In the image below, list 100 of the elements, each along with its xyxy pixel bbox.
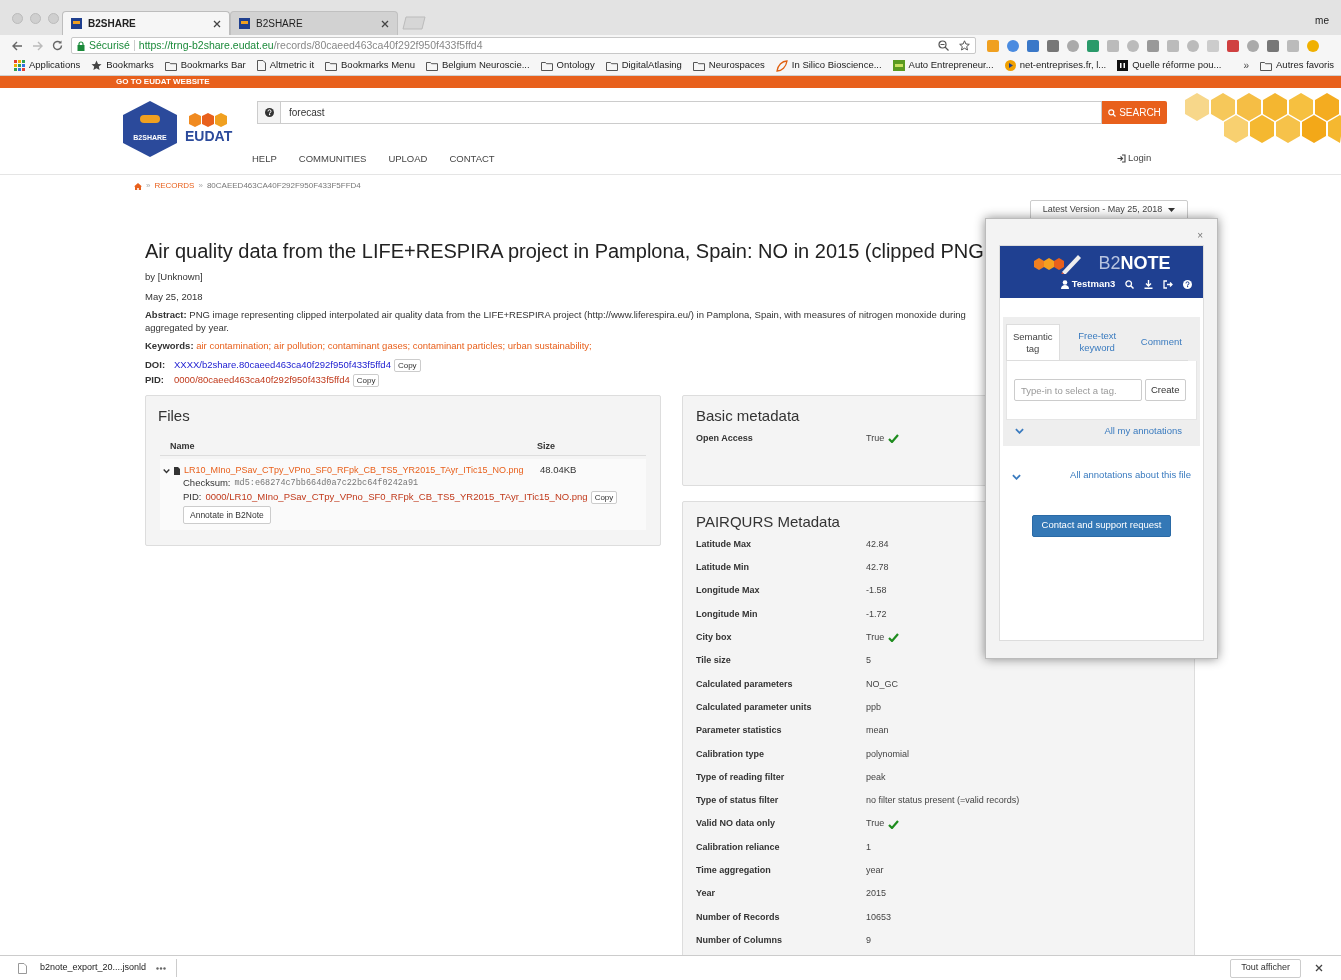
checksum-label: Checksum: (183, 476, 231, 491)
metadata-value: 2015 (866, 887, 887, 901)
chevron-down-icon[interactable] (163, 467, 170, 474)
login-link[interactable]: Login (1117, 151, 1152, 166)
bookmark[interactable]: net-entreprises.fr, l... (1004, 58, 1107, 73)
bookmark[interactable]: Bookmarks (91, 58, 154, 73)
extension-icon[interactable] (986, 38, 1000, 53)
star-icon[interactable] (959, 40, 970, 51)
search-field[interactable]: forecast (281, 101, 1102, 124)
extension-icon[interactable] (1006, 38, 1020, 53)
leaf-icon (775, 59, 788, 72)
annotation-tab[interactable]: Semantic tag (1006, 324, 1060, 360)
search-icon (1108, 108, 1117, 117)
user-name[interactable]: Testman3 (1071, 277, 1116, 292)
create-button[interactable]: Create (1145, 379, 1186, 401)
zoom-icon[interactable] (938, 40, 949, 51)
bookmark[interactable]: Auto Entrepreneur... (892, 58, 994, 73)
copy-button[interactable]: Copy (590, 491, 618, 504)
breadcrumb-link[interactable]: RECORDS (154, 180, 195, 192)
overflow-chevron[interactable]: » (1243, 58, 1250, 73)
checksum-value: md5:e68274c7bb664d0a7c22bc64f0242a91 (234, 477, 419, 490)
annotations-link[interactable]: All annotations about this file (1070, 468, 1191, 483)
browser-tab[interactable]: B2SHARE (230, 11, 398, 35)
download-filename[interactable]: b2note_export_20....jsonld (40, 961, 147, 975)
id-label: PID: (145, 373, 165, 388)
panel-title: PAIRQURS Metadata (696, 512, 840, 532)
file-pid-link[interactable]: 0000/LR10_MIno_PSav_CTpy_VPno_SF0_RFpk_CB_TS5_YR2015_TAyr_ITic15_NO.png (205, 490, 588, 505)
metadata-value: NO_GC (866, 677, 898, 691)
folder-icon (1260, 60, 1273, 71)
search-icon[interactable] (1125, 279, 1135, 289)
bookmark[interactable]: Quelle réforme pou... (1117, 58, 1222, 73)
metadata-label: Type of reading filter (696, 770, 786, 784)
contact-button[interactable]: Contact and support request (1031, 514, 1172, 537)
file-icon (18, 962, 27, 974)
pid-link[interactable]: 0000/80caeed463ca40f292f950f433f5ffd4 (174, 373, 350, 388)
copy-button[interactable]: Copy (393, 359, 421, 372)
nav-link[interactable]: CONTACT (449, 152, 495, 167)
bookmark[interactable]: Altmetric it (256, 58, 315, 73)
help-button[interactable] (257, 101, 281, 124)
folder-icon (692, 60, 705, 71)
bookmark[interactable]: Bookmarks Bar (164, 58, 246, 73)
metadata-value: -1.58 (866, 584, 887, 598)
show-all-button[interactable]: Tout afficher (1230, 958, 1301, 978)
record-keywords: Keywords: air contamination; air pollution; contaminant gases; contaminant particles; urban sustainability; (145, 339, 592, 353)
nav-link[interactable]: UPLOAD (388, 152, 428, 167)
metadata-label: Latitude Max (696, 537, 752, 551)
extension-icon[interactable] (1066, 38, 1080, 53)
annotate-button[interactable]: Annotate in B2Note (183, 506, 271, 524)
tag-input[interactable]: Type-in to select a tag. (1014, 379, 1142, 401)
address-bar[interactable]: Sécurisé https://trng-b2share.eudat.eu/records/80caeed463ca40f292f950f433f5ffd4 (71, 37, 976, 54)
version-dropdown[interactable]: Latest Version - May 25, 2018 (1030, 200, 1188, 220)
url-text: https://trng-b2share.eudat.eu/records/80caeed463ca40f292f950f433f5ffd4 (138, 37, 483, 53)
profile-name[interactable]: me (1315, 13, 1329, 28)
nav-link[interactable]: HELP (252, 152, 277, 167)
extension-icon[interactable] (1246, 38, 1260, 53)
close-icon[interactable] (1315, 964, 1323, 972)
copy-button[interactable]: Copy (352, 374, 380, 387)
back-icon[interactable] (12, 40, 23, 51)
user-icon (1060, 279, 1069, 289)
annotation-tab[interactable]: Free-text keyword (1059, 324, 1135, 360)
extension-icon[interactable] (1226, 38, 1240, 53)
close-icon[interactable] (381, 19, 389, 28)
panel-title: Basic metadata (696, 406, 800, 426)
close-button[interactable]: × (1197, 231, 1203, 241)
bookmark[interactable]: Bookmarks Menu (325, 58, 415, 73)
bookmark[interactable]: Applications (14, 58, 81, 73)
reload-icon[interactable] (52, 40, 63, 51)
login-icon (1117, 153, 1126, 163)
bookmark[interactable]: Neurospaces (692, 58, 765, 73)
annotation-tab[interactable]: Comment (1134, 324, 1188, 360)
caret-icon (1168, 208, 1176, 212)
extension-icon[interactable] (1266, 38, 1280, 53)
download-icon[interactable] (1144, 279, 1154, 289)
metadata-label: Year (696, 887, 717, 901)
bookmark[interactable]: Ontology (540, 58, 595, 73)
folder-icon (325, 60, 338, 71)
bookmark[interactable]: In Silico Bioscience... (775, 58, 882, 73)
metadata-value: 42.78 (866, 561, 889, 575)
doi-link[interactable]: XXXX/b2share.80caeed463ca40f292f950f433f5ffd4 (174, 358, 391, 373)
close-icon[interactable] (213, 19, 221, 28)
record-title: Air quality data from the LIFE+RESPIRA project in Pamplona, Spain: NO in 2015 (clipped PNG (145, 239, 984, 264)
metadata-value: -1.72 (866, 607, 887, 621)
more-icon[interactable] (156, 966, 167, 970)
sign-out-icon[interactable] (1163, 279, 1174, 289)
favicon-icon (239, 18, 250, 29)
metadata-label: Parameter statistics (696, 724, 783, 738)
bookmark[interactable]: Autres favoris (1260, 58, 1335, 73)
bookmark[interactable]: DigitalAtlasing (605, 58, 682, 73)
nav-link[interactable]: COMMUNITIES (298, 152, 367, 167)
browser-tab[interactable]: B2SHARE (62, 11, 230, 35)
help-icon[interactable] (1183, 279, 1193, 289)
metadata-value: mean (866, 724, 889, 738)
extension-icon[interactable] (1026, 38, 1040, 53)
annotations-link[interactable]: All my annotations (1104, 424, 1182, 439)
extension-icon[interactable] (1086, 38, 1100, 53)
extension-icon[interactable] (1046, 38, 1060, 53)
bookmark[interactable]: Belgium Neuroscie... (425, 58, 530, 73)
pid-label: PID: (183, 490, 202, 505)
extension-icon[interactable] (1146, 38, 1160, 53)
home-icon[interactable] (134, 182, 142, 190)
